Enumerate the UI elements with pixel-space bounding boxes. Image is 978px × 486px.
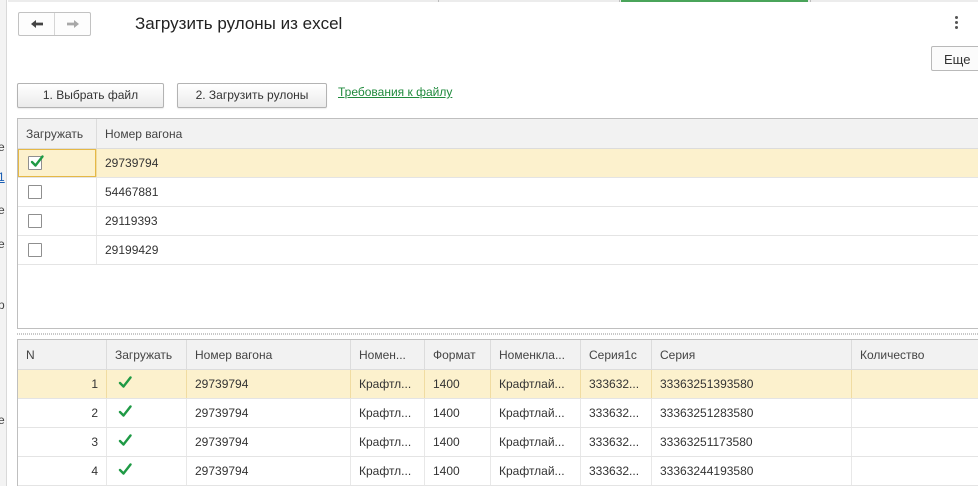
load-cell: [106, 370, 186, 398]
format-cell[interactable]: 1400: [424, 370, 490, 398]
row-number-cell[interactable]: 1: [18, 370, 106, 398]
wagon-number-cell[interactable]: 29739794: [186, 428, 350, 456]
table-row[interactable]: 29739794: [18, 149, 978, 178]
column-header-nomenclature[interactable]: Номен...: [350, 340, 424, 370]
wagon-number-cell[interactable]: 29739794: [96, 149, 976, 177]
load-checkbox[interactable]: [28, 214, 42, 228]
column-header-format[interactable]: Формат: [424, 340, 490, 370]
side-fragment-text: р: [0, 298, 5, 312]
nomenclature-2-cell[interactable]: Крафтлай...: [490, 428, 580, 456]
format-cell[interactable]: 1400: [424, 428, 490, 456]
wagon-number-cell[interactable]: 29199429: [96, 236, 976, 264]
side-fragment-text: е: [0, 413, 5, 427]
load-checkbox[interactable]: [117, 402, 133, 418]
wagon-number-cell[interactable]: 54467881: [96, 178, 976, 206]
tab-strip: [8, 0, 978, 2]
format-cell[interactable]: 1400: [424, 457, 490, 485]
load-rolls-form: Загрузить рулоны из excel Еще 1. Выбрать…: [8, 0, 978, 486]
load-checkbox[interactable]: [117, 460, 133, 476]
load-cell: [18, 178, 96, 206]
load-checkbox[interactable]: [117, 431, 133, 447]
table-row[interactable]: 2 29739794 Крафтл... 1400 Крафтлай... 333632.…: [18, 399, 978, 428]
side-fragment-text: е: [0, 140, 5, 154]
column-header-quantity[interactable]: Количество: [851, 340, 978, 370]
series1c-cell[interactable]: 333632...: [580, 370, 651, 398]
table-row[interactable]: 3 29739794 Крафтл... 1400 Крафтлай... 333632.…: [18, 428, 978, 457]
side-fragment-text: е: [0, 237, 5, 251]
more-button[interactable]: Еще: [931, 46, 978, 71]
series-cell[interactable]: 33363251173580: [651, 428, 851, 456]
load-checkbox[interactable]: [117, 373, 133, 389]
wagon-number-cell[interactable]: 29739794: [186, 457, 350, 485]
column-header-wagon-number[interactable]: Номер вагона: [96, 119, 976, 149]
quantity-cell[interactable]: [851, 428, 978, 456]
column-header-nomenclature-2[interactable]: Номенкла...: [490, 340, 580, 370]
nomenclature-cell[interactable]: Крафтл...: [350, 428, 424, 456]
format-cell[interactable]: 1400: [424, 399, 490, 427]
column-header-n[interactable]: N: [18, 340, 106, 370]
form-title: Загрузить рулоны из excel: [135, 14, 343, 33]
navigation-buttons: [18, 12, 91, 36]
load-cell: [18, 207, 96, 235]
nomenclature-2-cell[interactable]: Крафтлай...: [490, 457, 580, 485]
series-cell[interactable]: 33363251393580: [651, 370, 851, 398]
series1c-cell[interactable]: 333632...: [580, 457, 651, 485]
file-requirements-link[interactable]: Требования к файлу: [338, 85, 452, 99]
quantity-cell[interactable]: [851, 457, 978, 485]
column-header-load[interactable]: Загружать: [18, 119, 96, 149]
rolls-table: N Загружать Номер вагона Номен... Формат…: [17, 339, 978, 486]
nomenclature-2-cell[interactable]: Крафтлай...: [490, 370, 580, 398]
column-header-series[interactable]: Серия: [651, 340, 851, 370]
table-row[interactable]: 29119393: [18, 207, 978, 236]
forward-button[interactable]: [54, 13, 90, 35]
table-header: N Загружать Номер вагона Номен... Формат…: [18, 340, 978, 370]
series1c-cell[interactable]: 333632...: [580, 428, 651, 456]
column-header-wagon-number[interactable]: Номер вагона: [186, 340, 350, 370]
quantity-cell[interactable]: [851, 370, 978, 398]
nomenclature-cell[interactable]: Крафтл...: [350, 457, 424, 485]
load-checkbox[interactable]: [28, 185, 42, 199]
choose-file-button[interactable]: 1. Выбрать файл: [17, 83, 164, 108]
series-cell[interactable]: 33363251283580: [651, 399, 851, 427]
column-header-load[interactable]: Загружать: [106, 340, 186, 370]
table-row[interactable]: 29199429: [18, 236, 978, 265]
nomenclature-cell[interactable]: Крафтл...: [350, 370, 424, 398]
panel-splitter[interactable]: [17, 333, 978, 335]
back-button[interactable]: [19, 13, 54, 35]
arrow-left-icon: [30, 20, 43, 28]
load-checkbox[interactable]: [28, 243, 42, 257]
load-cell: [106, 399, 186, 427]
table-header: Загружать Номер вагона: [18, 119, 978, 149]
nomenclature-2-cell[interactable]: Крафтлай...: [490, 399, 580, 427]
more-actions-icon[interactable]: [953, 16, 959, 30]
side-fragment-link[interactable]: 1: [0, 170, 5, 184]
row-number-cell[interactable]: 4: [18, 457, 106, 485]
series1c-cell[interactable]: 333632...: [580, 399, 651, 427]
row-number-cell[interactable]: 3: [18, 428, 106, 456]
row-number-cell[interactable]: 2: [18, 399, 106, 427]
cell-focus-frame: [18, 149, 96, 177]
load-cell: [106, 457, 186, 485]
table-row[interactable]: 4 29739794 Крафтл... 1400 Крафтлай... 333632.…: [18, 457, 978, 486]
wagon-number-cell[interactable]: 29739794: [186, 399, 350, 427]
load-cell: [106, 428, 186, 456]
side-fragment-text: е: [0, 203, 5, 217]
quantity-cell[interactable]: [851, 399, 978, 427]
load-cell: [18, 236, 96, 264]
wagon-number-cell[interactable]: 29119393: [96, 207, 976, 235]
table-row[interactable]: 54467881: [18, 178, 978, 207]
table-row[interactable]: 1 29739794 Крафтл... 1400 Крафтлай... 333632.…: [18, 370, 978, 399]
active-tab-indicator: [621, 0, 808, 2]
wagons-table: Загружать Номер вагона 29739794 54467881 2…: [17, 118, 978, 329]
background-window-fragment: е 1 е е р е: [0, 0, 7, 486]
arrow-right-icon: [66, 20, 79, 28]
nomenclature-cell[interactable]: Крафтл...: [350, 399, 424, 427]
wagon-number-cell[interactable]: 29739794: [186, 370, 350, 398]
column-header-series1c[interactable]: Серия1с: [580, 340, 651, 370]
load-rolls-button[interactable]: 2. Загрузить рулоны: [177, 83, 327, 108]
series-cell[interactable]: 33363244193580: [651, 457, 851, 485]
